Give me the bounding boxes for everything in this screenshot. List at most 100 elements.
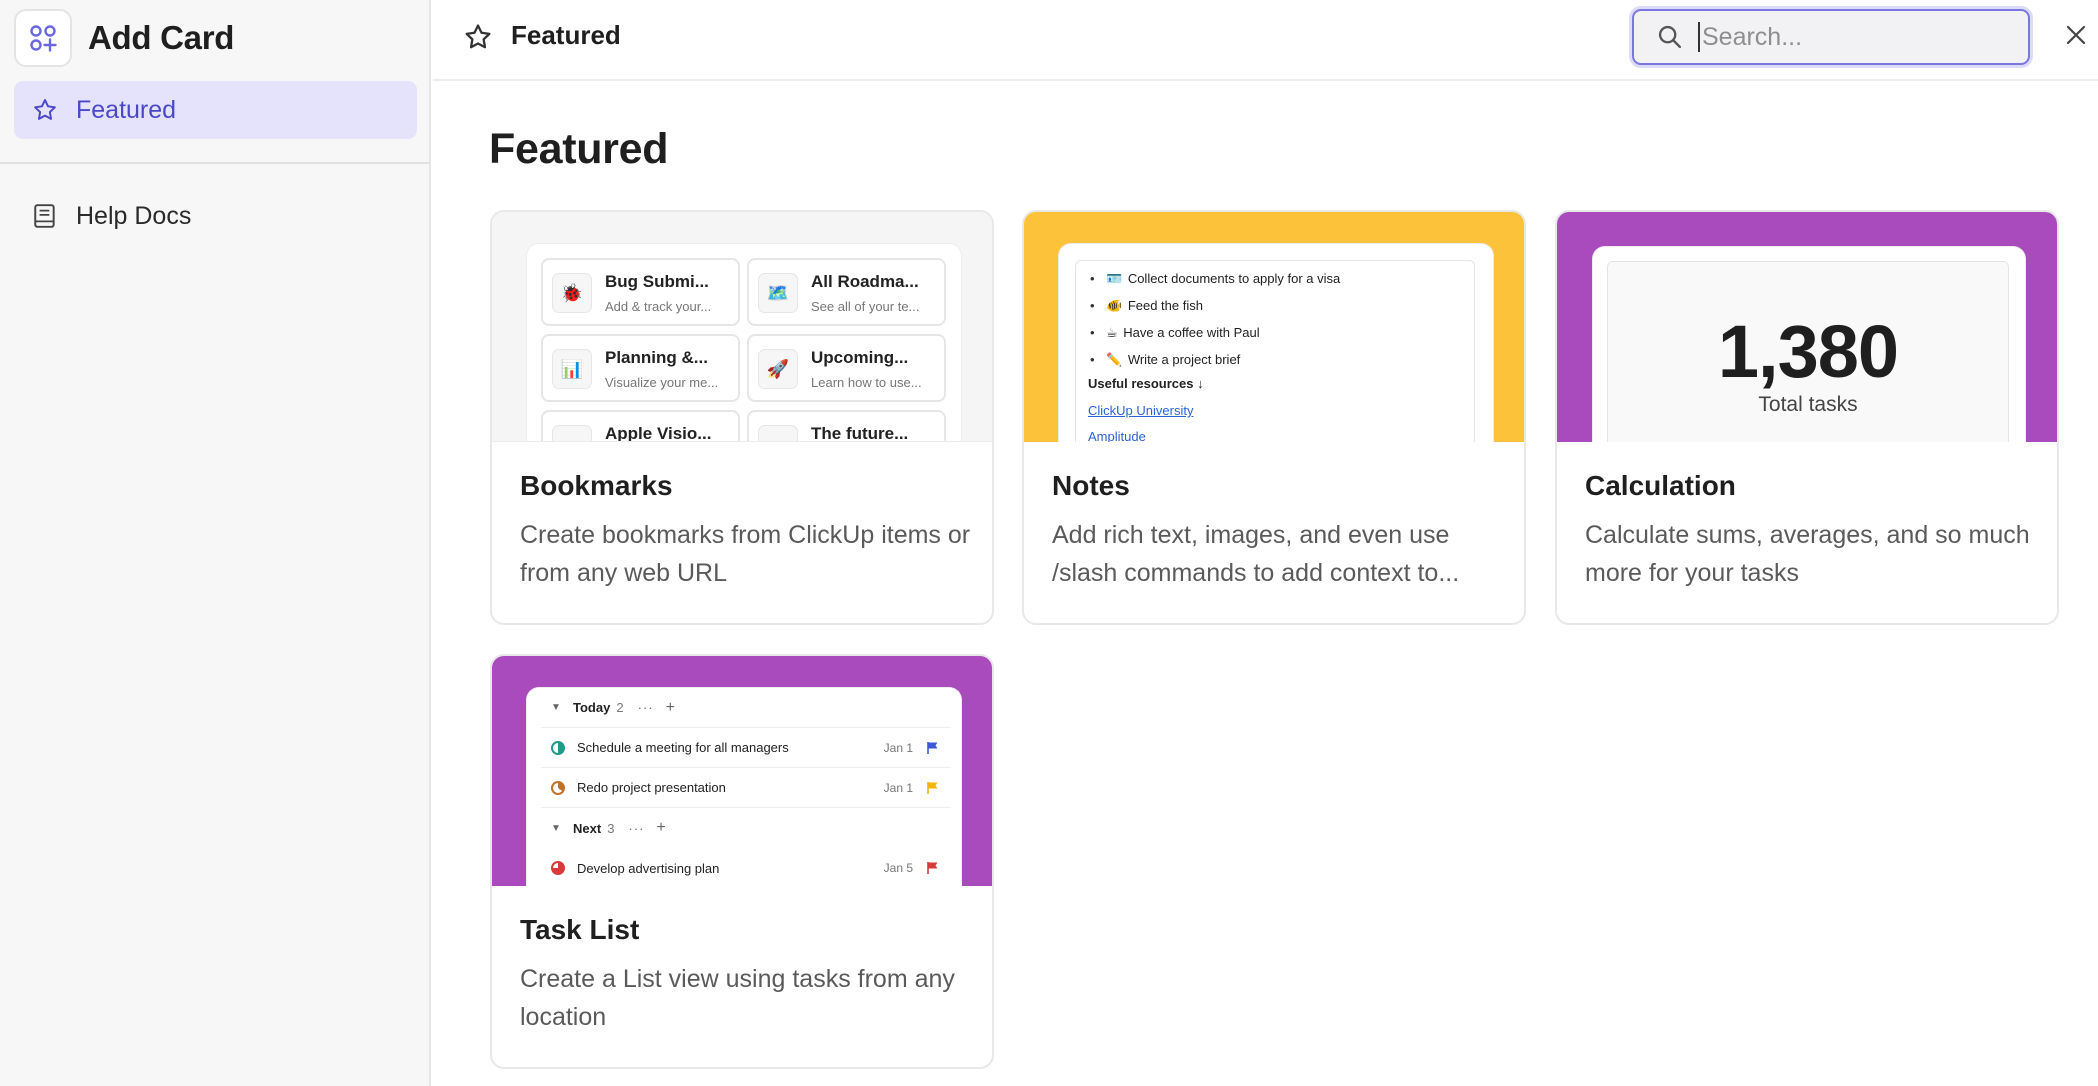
bookmark-tile: 🗺️ All Roadma... See all of your te... bbox=[747, 258, 946, 326]
add-card-app-icon bbox=[14, 9, 72, 67]
book-icon bbox=[30, 201, 60, 231]
notes-document: 🪪 Collect documents to apply for a visa … bbox=[1075, 260, 1475, 442]
bookmark-title: The future... bbox=[811, 424, 909, 442]
sidebar-header: Add Card bbox=[14, 9, 234, 67]
status-icon bbox=[551, 780, 565, 795]
flag-icon bbox=[927, 742, 938, 754]
card-task-list[interactable]: ▼ Today 2 ··· + Schedule a meeting for a… bbox=[490, 654, 994, 1069]
task-name: Develop advertising plan bbox=[577, 860, 720, 876]
task-group-count: 3 bbox=[607, 820, 615, 836]
rocket-icon: 🚀 bbox=[758, 349, 798, 389]
status-icon bbox=[551, 740, 565, 755]
flag-icon bbox=[927, 782, 938, 794]
note-bullet: 🪪 Collect documents to apply for a visa bbox=[1090, 271, 1340, 287]
task-row: Schedule a meeting for all managers Jan … bbox=[541, 728, 951, 768]
card-bookmarks[interactable]: 🐞 Bug Submi... Add & track your... 🗺️ Al… bbox=[490, 210, 994, 625]
search-box[interactable] bbox=[1632, 9, 2030, 65]
note-link: ClickUp University bbox=[1088, 403, 1194, 418]
task-name: Redo project presentation bbox=[577, 780, 726, 795]
top-bar: Featured bbox=[433, 0, 2098, 81]
status-icon bbox=[551, 861, 565, 875]
bookmark-subtitle: Visualize your me... bbox=[605, 375, 719, 390]
sidebar-item-label: Featured bbox=[76, 95, 177, 124]
search-icon bbox=[1656, 23, 1684, 51]
star-icon bbox=[30, 95, 60, 125]
search-input[interactable] bbox=[1698, 22, 1998, 52]
map-icon: 🗺️ bbox=[758, 273, 798, 313]
calculation-preview-panel: 1,380 Total tasks bbox=[1593, 247, 2025, 442]
note-bullet: ✏️ Write a project brief bbox=[1090, 352, 1240, 368]
sidebar: Add Card Featured Help Docs bbox=[0, 0, 431, 1086]
task-group-header: ▼ Next 3 ··· + bbox=[541, 808, 951, 848]
plus-icon: + bbox=[656, 819, 666, 836]
flag-icon bbox=[927, 862, 938, 874]
card-calculation[interactable]: 1,380 Total tasks Calculation Calculate … bbox=[1555, 210, 2059, 625]
card-title: Calculation bbox=[1585, 470, 1736, 501]
section-heading: Featured bbox=[489, 125, 669, 173]
task-date: Jan 1 bbox=[883, 740, 913, 755]
task-row: Develop advertising plan Jan 5 bbox=[541, 848, 951, 886]
sidebar-item-label: Help Docs bbox=[76, 201, 192, 230]
card-description: Calculate sums, averages, and so much mo… bbox=[1585, 521, 2030, 587]
bookmark-subtitle: Learn how to use... bbox=[811, 375, 922, 390]
note-bullet: 🐠 Feed the fish bbox=[1090, 298, 1203, 314]
bookmarks-preview-panel: 🐞 Bug Submi... Add & track your... 🗺️ Al… bbox=[527, 244, 961, 442]
bookmark-tile: 🕶️ The future... bbox=[747, 410, 946, 442]
bookmark-tile: 📊 Planning &... Visualize your me... bbox=[541, 334, 740, 402]
star-icon bbox=[463, 22, 497, 56]
sunglasses-icon: 🕶️ bbox=[758, 425, 798, 442]
caret-down-icon: ▼ bbox=[551, 702, 561, 713]
calculation-label: Total tasks bbox=[1758, 393, 1858, 416]
close-button[interactable] bbox=[2060, 21, 2092, 53]
card-title: Task List bbox=[520, 914, 640, 945]
task-group-label: Next bbox=[573, 820, 602, 836]
plus-icon: + bbox=[665, 698, 675, 716]
calculation-value: 1,380 bbox=[1717, 310, 1899, 393]
card-preview: ▼ Today 2 ··· + Schedule a meeting for a… bbox=[492, 656, 992, 886]
task-list-preview-panel: ▼ Today 2 ··· + Schedule a meeting for a… bbox=[527, 688, 961, 886]
bookmark-title: Planning &... bbox=[605, 348, 708, 367]
card-description: Add rich text, images, and even use /sla… bbox=[1052, 521, 1460, 587]
bookmark-subtitle: See all of your te... bbox=[811, 299, 920, 314]
bookmark-title: Bug Submi... bbox=[605, 272, 709, 291]
bookmark-tile: Apple Visio... bbox=[541, 410, 740, 442]
card-preview: 1,380 Total tasks bbox=[1557, 212, 2057, 442]
apple-icon bbox=[552, 425, 592, 442]
sidebar-item-help-docs[interactable]: Help Docs bbox=[14, 187, 417, 245]
note-link: Amplitude bbox=[1088, 429, 1146, 442]
task-group-header: ▼ Today 2 ··· + bbox=[541, 688, 951, 728]
bookmark-title: All Roadma... bbox=[811, 272, 919, 291]
note-bullet: ☕ Have a coffee with Paul bbox=[1090, 325, 1260, 341]
more-icon: ··· bbox=[628, 820, 645, 836]
page-title: Featured bbox=[511, 20, 621, 50]
bookmark-title: Apple Visio... bbox=[605, 424, 712, 442]
close-icon bbox=[2065, 24, 2087, 51]
task-row: Redo project presentation Jan 1 bbox=[541, 768, 951, 808]
bookmark-title: Upcoming... bbox=[811, 348, 909, 367]
notes-preview-panel: 🪪 Collect documents to apply for a visa … bbox=[1059, 244, 1493, 442]
bookmark-subtitle: Add & track your... bbox=[605, 299, 712, 314]
task-group-count: 2 bbox=[616, 700, 624, 715]
card-preview: 🪪 Collect documents to apply for a visa … bbox=[1024, 212, 1524, 442]
bookmark-tile: 🚀 Upcoming... Learn how to use... bbox=[747, 334, 946, 402]
more-icon: ··· bbox=[637, 700, 654, 715]
card-preview: 🐞 Bug Submi... Add & track your... 🗺️ Al… bbox=[492, 212, 992, 442]
card-title: Notes bbox=[1052, 470, 1130, 501]
bookmark-tile: 🐞 Bug Submi... Add & track your... bbox=[541, 258, 740, 326]
task-date: Jan 1 bbox=[883, 780, 913, 795]
sidebar-title: Add Card bbox=[88, 19, 235, 56]
card-description: Create bookmarks from ClickUp items or f… bbox=[520, 521, 971, 587]
note-heading: Useful resources ↓ bbox=[1088, 376, 1204, 391]
chart-icon: 📊 bbox=[552, 349, 592, 389]
card-notes[interactable]: 🪪 Collect documents to apply for a visa … bbox=[1022, 210, 1526, 625]
caret-down-icon: ▼ bbox=[551, 822, 561, 834]
bug-icon: 🐞 bbox=[552, 273, 592, 313]
card-title: Bookmarks bbox=[520, 470, 673, 501]
sidebar-divider bbox=[0, 162, 429, 164]
sidebar-item-featured[interactable]: Featured bbox=[14, 81, 417, 139]
task-date: Jan 5 bbox=[883, 861, 913, 875]
calculation-widget: 1,380 Total tasks bbox=[1607, 261, 2009, 442]
task-name: Schedule a meeting for all managers bbox=[577, 740, 789, 755]
task-group-label: Today bbox=[573, 700, 611, 715]
card-description: Create a List view using tasks from any … bbox=[520, 965, 955, 1031]
